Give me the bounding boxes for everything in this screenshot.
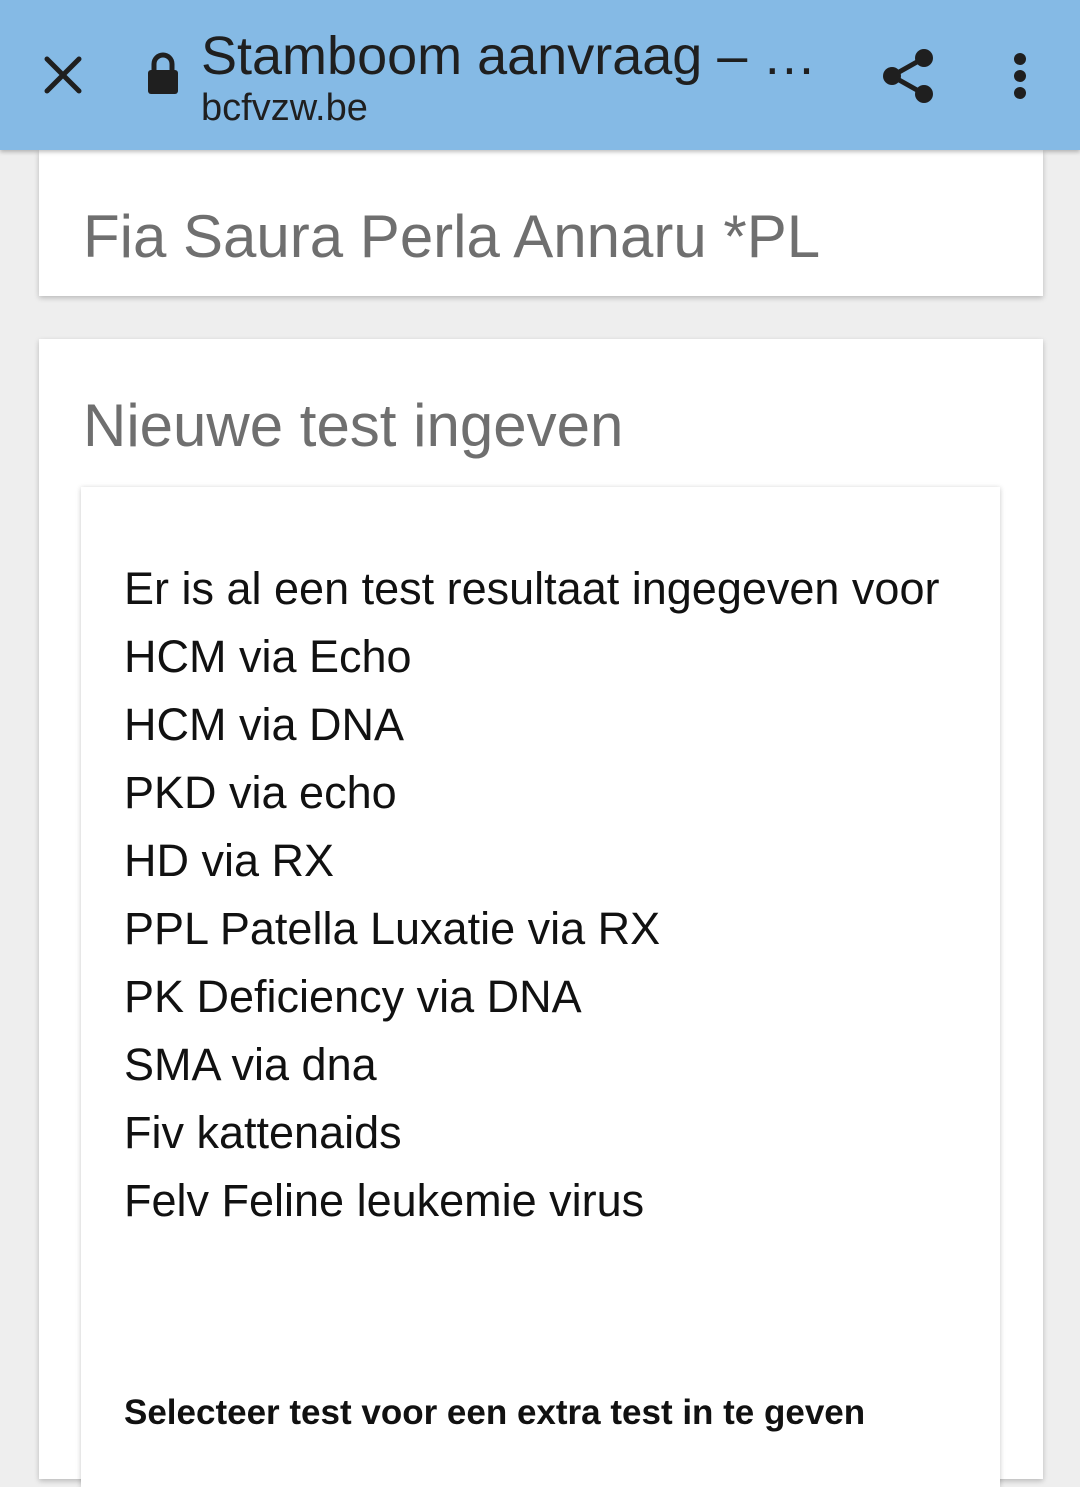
share-icon xyxy=(883,49,933,103)
list-item: PK Deficiency via DNA xyxy=(124,971,582,1022)
list-item: PKD via echo xyxy=(124,767,397,818)
page-title: Stamboom aanvraag – … xyxy=(201,26,817,86)
cat-name-card: Fia Saura Perla Annaru *PL xyxy=(39,150,1043,296)
notice-text: Er is al een test resultaat ingegeven vo… xyxy=(124,563,940,614)
close-button[interactable] xyxy=(28,40,98,110)
list-item: Fiv kattenaids xyxy=(124,1107,402,1158)
new-test-card: Nieuwe test ingeven Er is al een test re… xyxy=(39,339,1043,1487)
list-item: HCM via DNA xyxy=(124,699,405,750)
existing-tests-notice: Er is al een test resultaat ingegeven vo… xyxy=(124,555,964,1235)
lock-icon xyxy=(148,52,178,94)
list-item: PPL Patella Luxatie via RX xyxy=(124,903,661,954)
list-item: HCM via Echo xyxy=(124,631,412,682)
list-item: Felv Feline leukemie virus xyxy=(124,1175,645,1226)
existing-tests-list: HCM via Echo HCM via DNA PKD via echo HD… xyxy=(124,623,964,1235)
address-bar[interactable]: Stamboom aanvraag – … bcfvzw.be xyxy=(201,24,841,128)
overflow-menu-button[interactable] xyxy=(990,40,1050,112)
select-test-label: Selecteer test voor een extra test in te… xyxy=(124,1393,866,1432)
list-item: HD via RX xyxy=(124,835,335,886)
list-item: SMA via dna xyxy=(124,1039,377,1090)
cat-name: Fia Saura Perla Annaru *PL xyxy=(83,203,821,270)
test-info-box: Er is al een test resultaat ingegeven vo… xyxy=(81,487,1000,1487)
close-icon xyxy=(44,56,82,94)
share-button[interactable] xyxy=(872,40,944,112)
page-url: bcfvzw.be xyxy=(201,87,368,129)
more-vert-icon xyxy=(1014,53,1026,99)
section-title: Nieuwe test ingeven xyxy=(83,392,624,459)
browser-toolbar: Stamboom aanvraag – … bcfvzw.be xyxy=(0,0,1080,150)
